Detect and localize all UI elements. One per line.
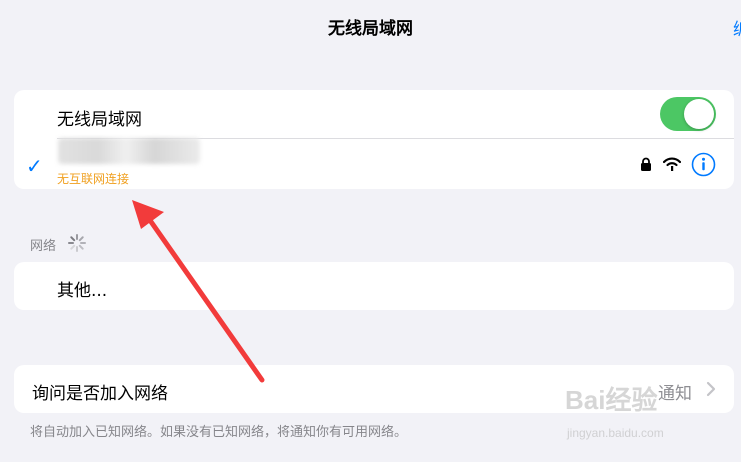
watermark: Bai经验 jingyan.baidu.com [565,380,735,450]
watermark-brand: Bai经验 [565,385,658,415]
watermark-url: jingyan.baidu.com [567,426,664,440]
